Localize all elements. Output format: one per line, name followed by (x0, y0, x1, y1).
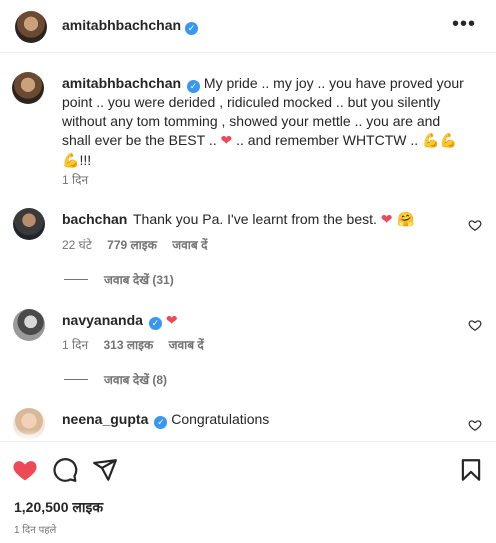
comment-meta: 22 घंटे 779 लाइक जवाब दें (62, 236, 219, 253)
heart-emoji-icon: ❤ (220, 133, 233, 149)
caption: amitabhbachchan ✓ My pride .. my joy .. y… (62, 74, 472, 171)
post-header: amitabhbachchan ✓ ••• (0, 0, 496, 53)
header-username[interactable]: amitabhbachchan ✓ (62, 17, 199, 35)
comment-username[interactable]: bachchan (62, 211, 127, 227)
view-replies-button[interactable]: जवाब देखें (8) (64, 371, 167, 388)
flexed-biceps-emoji-icon: 💪💪 (422, 133, 457, 149)
comment: neena_gupta ✓ Congratulations (62, 410, 452, 429)
avatar[interactable] (13, 309, 45, 341)
caption-text-2: .. and remember WHTCTW .. (236, 132, 419, 148)
comment-text: Thank you Pa. I've learnt from the best. (133, 211, 377, 227)
verified-badge-icon: ✓ (154, 416, 168, 429)
heart-emoji-icon: ❤ 🤗 (380, 212, 415, 228)
reply-button[interactable]: जवाब दें (172, 238, 207, 252)
avatar[interactable] (12, 72, 44, 104)
view-replies-label[interactable]: जवाब देखें (8) (104, 371, 167, 388)
divider (64, 279, 88, 280)
post-actions: 1,20,500 लाइक 1 दिन पहले (0, 441, 496, 543)
post-timestamp: 1 दिन पहले (14, 525, 57, 536)
comment-time[interactable]: 22 घंटे (62, 238, 92, 252)
verified-badge-icon: ✓ (185, 22, 199, 35)
heart-outline-icon[interactable] (468, 218, 482, 232)
verified-badge-icon: ✓ (148, 317, 162, 330)
reply-button[interactable]: जवाब दें (169, 338, 204, 352)
avatar[interactable] (13, 208, 45, 240)
share-icon[interactable] (92, 457, 118, 483)
comment: bachchan Thank you Pa. I've learnt from … (62, 210, 452, 230)
caption-username[interactable]: amitabhbachchan (62, 75, 181, 91)
comment-time[interactable]: 1 दिन (62, 338, 88, 352)
caption-timestamp: 1 दिन (62, 173, 89, 187)
caption-exclaim: !!! (79, 152, 92, 168)
heart-outline-icon[interactable] (468, 318, 482, 332)
view-replies-label[interactable]: जवाब देखें (31) (104, 271, 174, 288)
username-text[interactable]: amitabhbachchan (62, 17, 181, 33)
comment-meta: 1 दिन 313 लाइक जवाब दें (62, 336, 216, 353)
likes-count[interactable]: 1,20,500 लाइक (14, 498, 103, 517)
heart-emoji-icon: ❤ (165, 313, 178, 329)
avatar[interactable] (15, 11, 47, 43)
comment-username[interactable]: navyananda (62, 312, 143, 328)
verified-badge-icon: ✓ (187, 80, 201, 93)
view-replies-button[interactable]: जवाब देखें (31) (64, 271, 174, 288)
comment-icon[interactable] (52, 457, 78, 483)
comment-likes[interactable]: 313 लाइक (104, 338, 154, 352)
flexed-biceps-emoji-icon: 💪 (62, 153, 80, 169)
heart-filled-icon[interactable] (12, 457, 38, 483)
more-options-icon[interactable]: ••• (452, 14, 476, 34)
comment: navyananda ✓ ❤ (62, 311, 452, 331)
comment-likes[interactable]: 779 लाइक (107, 238, 157, 252)
comment-text: Congratulations (171, 411, 270, 427)
divider (64, 379, 88, 380)
bookmark-icon[interactable] (458, 457, 484, 483)
comment-username[interactable]: neena_gupta (62, 411, 148, 427)
